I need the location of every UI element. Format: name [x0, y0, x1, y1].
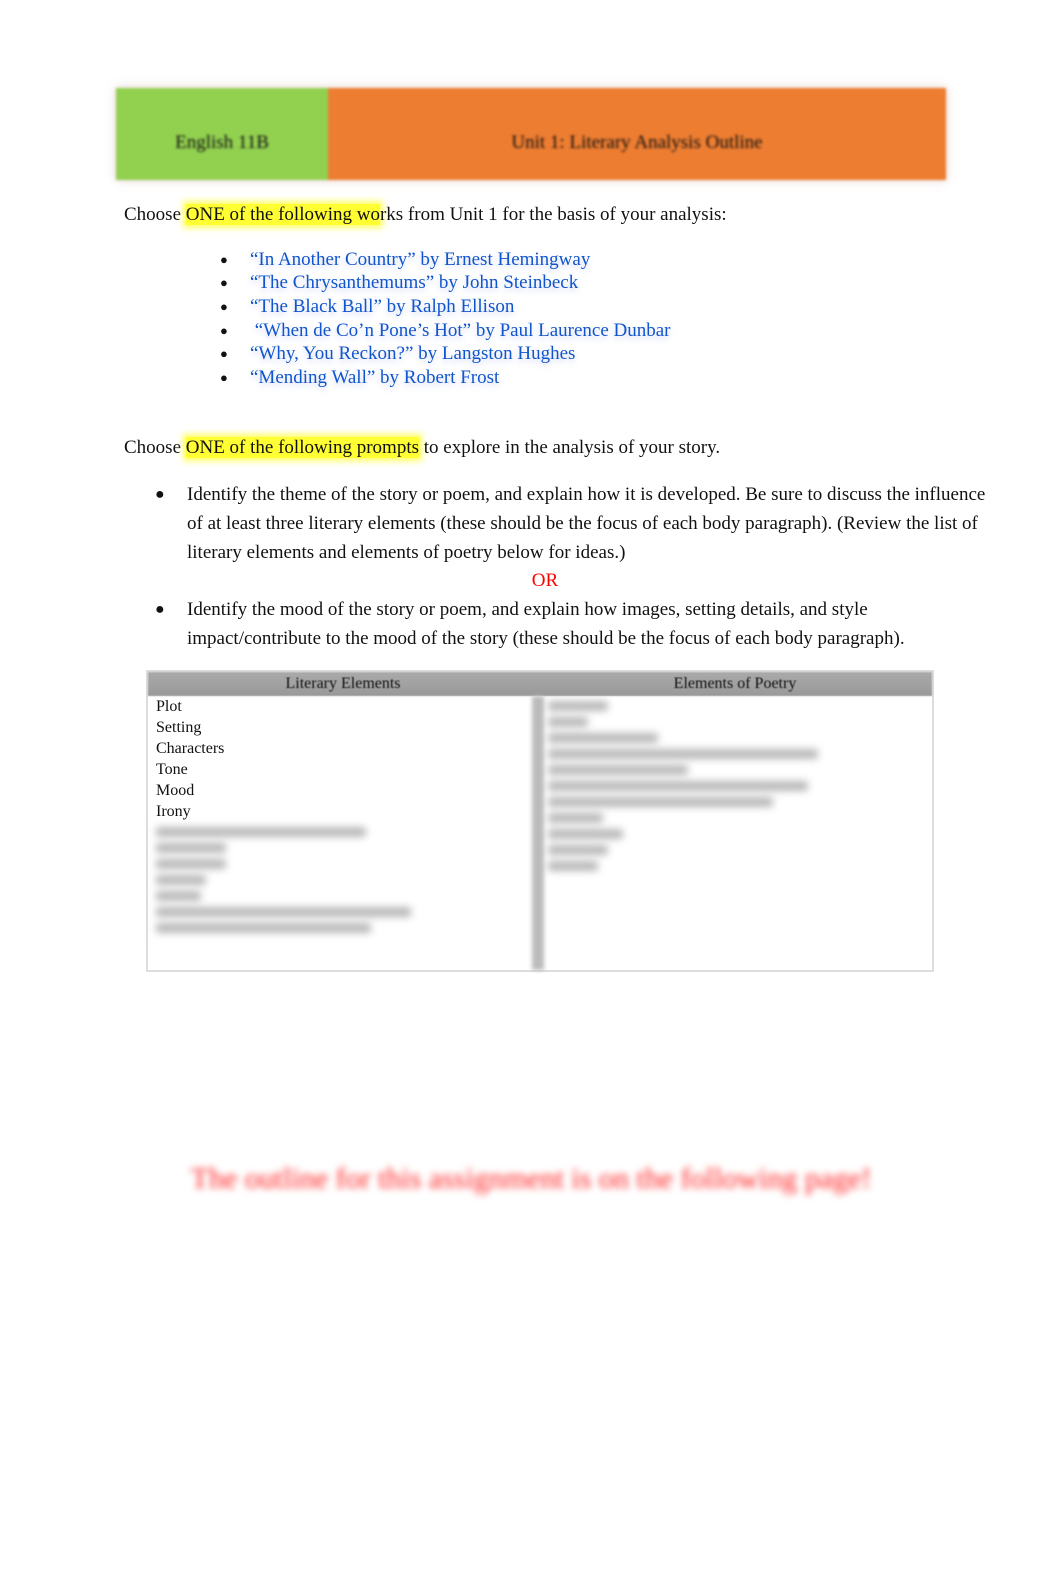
prompt-item: ● Identify the theme of the story or poem…	[155, 480, 995, 567]
table-cell: Characters	[156, 740, 225, 757]
intro-text: Choose	[124, 437, 186, 458]
highlighted-text: ONE of the following prompts	[185, 437, 420, 458]
work-link[interactable]: “When de Co’n Pone’s Hot” by Paul Lauren…	[250, 320, 671, 342]
work-link[interactable]: “Why, You Reckon?” by Langston Hughes	[250, 343, 575, 365]
intro-text: rks from Unit 1 for the basis of your an…	[379, 204, 727, 225]
bottom-note: The outline for this assignment is on th…	[190, 1162, 872, 1195]
list-item: ● “Why, You Reckon?” by Langston Hughes	[220, 342, 671, 366]
elements-table: Literary Elements Elements of Poetry Plo…	[146, 670, 934, 972]
blurred-text	[548, 733, 658, 743]
bullet-icon: ●	[220, 298, 228, 314]
blurred-text	[156, 859, 226, 869]
table-cell: Tone	[156, 761, 188, 778]
prompts-list: ● Identify the theme of the story or poem…	[155, 480, 995, 653]
blurred-text	[156, 891, 201, 901]
header-banner: English 11B Unit 1: Literary Analysis Ou…	[116, 88, 946, 180]
work-link[interactable]: “The Black Ball” by Ralph Ellison	[250, 296, 514, 318]
bullet-icon: ●	[155, 486, 165, 503]
blurred-text	[548, 749, 818, 759]
blurred-text	[548, 701, 608, 711]
works-list: ● “In Another Country” by Ernest Hemingwa…	[220, 248, 671, 390]
bullet-icon: ●	[220, 369, 228, 385]
bullet-icon: ●	[155, 601, 165, 618]
works-intro: Choose ONE of the following works from U…	[124, 204, 727, 226]
table-header: Literary Elements Elements of Poetry	[148, 672, 932, 696]
document-title: Unit 1: Literary Analysis Outline	[511, 132, 763, 153]
prompt-item: ● Identify the mood of the story or poem,…	[155, 595, 995, 653]
highlighted-text: ONE of the following wo	[185, 204, 380, 225]
work-link[interactable]: “Mending Wall” by Robert Frost	[250, 367, 499, 389]
blurred-text	[548, 813, 603, 823]
list-item: ● “Mending Wall” by Robert Frost	[220, 366, 671, 390]
title-cell: Unit 1: Literary Analysis Outline	[328, 88, 946, 180]
literary-elements-column: Plot Setting Characters Tone Mood Irony	[148, 696, 540, 970]
bullet-icon: ●	[220, 275, 228, 291]
bullet-icon: ●	[220, 251, 228, 267]
blurred-text	[548, 861, 598, 871]
bullet-icon: ●	[220, 322, 228, 338]
intro-text: to explore in the analysis of your story…	[419, 437, 721, 458]
list-item: ● “The Chrysanthemums” by John Steinbeck	[220, 272, 671, 296]
blurred-text	[156, 843, 226, 853]
blurred-text	[548, 829, 623, 839]
column-header: Elements of Poetry	[673, 675, 797, 692]
blurred-text	[156, 875, 206, 885]
blurred-text	[548, 781, 808, 791]
table-cell: Setting	[156, 719, 202, 736]
prompt-text: Identify the theme of the story or poem,…	[187, 484, 986, 563]
blurred-text	[156, 907, 411, 917]
blurred-text	[548, 845, 608, 855]
table-cell: Mood	[156, 782, 195, 799]
blurred-text	[548, 765, 688, 775]
table-cell: Irony	[156, 803, 191, 820]
list-item: ● “In Another Country” by Ernest Hemingwa…	[220, 248, 671, 272]
list-item: ● “When de Co’n Pone’s Hot” by Paul Laur…	[220, 319, 671, 343]
prompt-text: Identify the mood of the story or poem, …	[187, 599, 905, 649]
work-link[interactable]: “The Chrysanthemums” by John Steinbeck	[250, 272, 578, 294]
blurred-text	[156, 923, 371, 933]
intro-text: Choose	[124, 204, 186, 225]
blurred-text	[156, 827, 366, 837]
prompts-intro: Choose ONE of the following prompts to e…	[124, 437, 720, 459]
poetry-elements-column	[542, 696, 932, 970]
course-cell: English 11B	[116, 88, 328, 180]
blurred-text	[548, 797, 773, 807]
work-link[interactable]: “In Another Country” by Ernest Hemingway	[250, 249, 590, 271]
bullet-icon: ●	[220, 346, 228, 362]
list-item: ● “The Black Ball” by Ralph Ellison	[220, 295, 671, 319]
or-label: OR	[531, 570, 559, 591]
course-name: English 11B	[175, 132, 269, 153]
table-cell: Plot	[156, 698, 182, 715]
blurred-text	[548, 717, 588, 727]
column-header: Literary Elements	[285, 675, 401, 692]
